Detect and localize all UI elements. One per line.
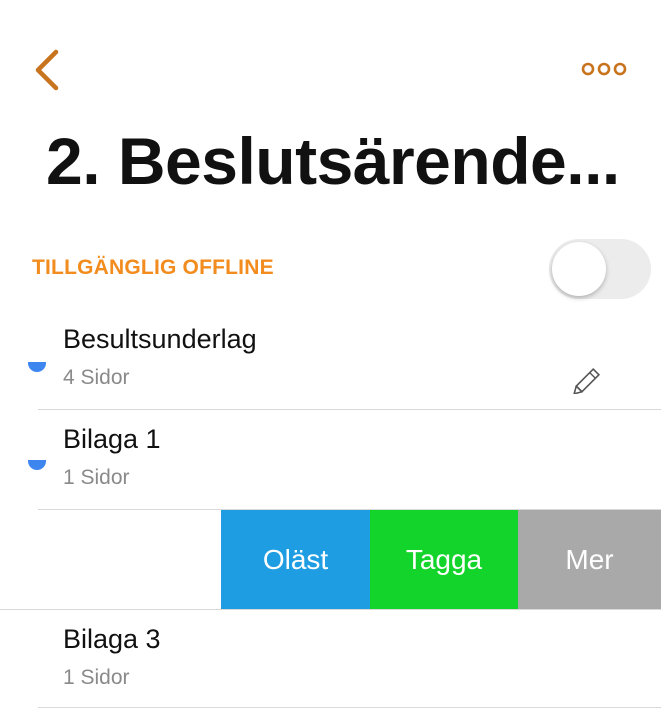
- document-page-count: 4 Sidor: [63, 366, 130, 389]
- document-row[interactable]: Bilaga 3 1 Sidor: [0, 610, 661, 709]
- document-title: Bilaga 1: [63, 424, 161, 454]
- mark-unread-button[interactable]: Oläst: [221, 510, 370, 609]
- more-options-button[interactable]: [578, 56, 630, 82]
- chevron-left-icon: [35, 49, 59, 91]
- offline-label: TILLGÄNGLIG OFFLINE: [32, 256, 274, 279]
- document-list-screen: 2. Beslutsärende... TILLGÄNGLIG OFFLINE …: [0, 0, 661, 709]
- tag-button[interactable]: Tagga: [370, 510, 518, 609]
- toggle-knob: [552, 242, 606, 296]
- document-title: Besultsunderlag: [63, 324, 257, 354]
- back-button[interactable]: [28, 44, 68, 96]
- more-dots-icon: [581, 62, 627, 76]
- unread-indicator: [28, 460, 46, 470]
- document-row[interactable]: Besultsunderlag 4 Sidor: [0, 310, 661, 410]
- document-row[interactable]: Bilaga 1 1 Sidor: [0, 410, 661, 510]
- unread-indicator: [28, 362, 46, 372]
- offline-toggle[interactable]: [549, 239, 651, 299]
- page-title: 2. Beslutsärende...: [46, 124, 620, 198]
- document-page-count: 1 Sidor: [63, 466, 130, 489]
- document-page-count: 1 Sidor: [63, 666, 130, 689]
- row-divider: [38, 707, 661, 708]
- pencil-icon[interactable]: [572, 364, 606, 395]
- more-actions-button[interactable]: Mer: [518, 510, 661, 609]
- document-title: Bilaga 3: [63, 624, 161, 654]
